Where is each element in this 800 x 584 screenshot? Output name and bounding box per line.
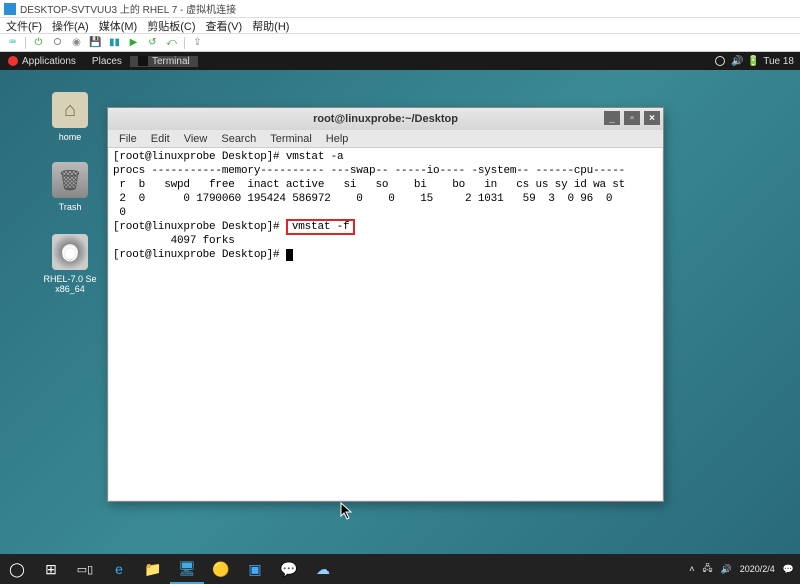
desktop-icon-home[interactable]: ⌂ home xyxy=(40,92,100,142)
host-title: DESKTOP-SVTVUU3 上的 RHEL 7 - 虚拟机连接 xyxy=(20,1,236,16)
close-button[interactable]: × xyxy=(644,111,660,125)
applications-menu[interactable]: Applications xyxy=(0,56,84,67)
host-menu-file[interactable]: 文件(F) xyxy=(6,18,42,34)
host-menu-clipboard[interactable]: 剪贴板(C) xyxy=(147,18,195,34)
clock[interactable]: Tue 18 xyxy=(763,56,794,67)
term-menu-terminal[interactable]: Terminal xyxy=(263,133,319,145)
minimize-button[interactable]: _ xyxy=(604,111,620,125)
term-menu-file[interactable]: File xyxy=(112,133,144,145)
volume-icon[interactable]: 🔊 xyxy=(731,56,741,66)
ctrl-alt-del-icon[interactable]: ⌨ xyxy=(6,36,19,49)
terminal-icon xyxy=(138,56,148,66)
dvd-label: RHEL-7.0 Se x86_64 xyxy=(40,274,100,294)
a11y-icon[interactable] xyxy=(715,56,725,66)
terminal-task-label: Terminal xyxy=(152,56,190,67)
mouse-cursor-icon xyxy=(340,502,354,520)
trash-label: Trash xyxy=(40,202,100,212)
host-menu-view[interactable]: 查看(V) xyxy=(206,18,243,34)
host-menubar: 文件(F) 操作(A) 媒体(M) 剪贴板(C) 查看(V) 帮助(H) xyxy=(0,18,800,34)
host-menu-action[interactable]: 操作(A) xyxy=(52,18,89,34)
terminal-menubar: File Edit View Search Terminal Help xyxy=(108,130,663,148)
desktop-icon-trash[interactable]: 🗑 Trash xyxy=(40,162,100,212)
terminal-window: root@linuxprobe:~/Desktop _ ▫ × File Edi… xyxy=(107,107,664,502)
redhat-icon xyxy=(8,56,18,66)
host-titlebar: DESKTOP-SVTVUU3 上的 RHEL 7 - 虚拟机连接 xyxy=(0,0,800,18)
hyperv-icon xyxy=(4,3,16,15)
taskview-icon[interactable]: ▭▯ xyxy=(68,554,102,584)
tray-network-icon[interactable]: 🖧 xyxy=(702,561,712,577)
windows-taskbar: ◯ ⊞ ▭▯ e 📁 🖥 🟡 ▣ 💬 ☁ ˄ 🖧 🔊 2020/2/4 💬 xyxy=(0,554,800,584)
guest-desktop: Applications Places Terminal 🔊 🔋 Tue 18 … xyxy=(0,52,800,554)
revert-icon[interactable]: ⤺ xyxy=(165,36,178,49)
app-icon-2[interactable]: ☁ xyxy=(306,554,340,584)
start-button[interactable]: ◯ xyxy=(0,554,34,584)
edge-icon[interactable]: e xyxy=(102,554,136,584)
app-icon-1[interactable]: ▣ xyxy=(238,554,272,584)
notifications-icon[interactable]: 💬 xyxy=(783,564,794,575)
turnoff-icon[interactable]: ⭘ xyxy=(51,36,64,49)
host-toolbar: ⌨ ⏻ ⭘ ◉ 💾 ▮▮ ▶ ↺ ⤺ ⇪ xyxy=(0,34,800,52)
pause-icon[interactable]: ▮▮ xyxy=(108,36,121,49)
terminal-body[interactable]: [root@linuxprobe Desktop]# vmstat -a pro… xyxy=(109,148,662,500)
dvd-icon: ◉ xyxy=(52,234,88,270)
wechat-icon[interactable]: 💬 xyxy=(272,554,306,584)
term-menu-edit[interactable]: Edit xyxy=(144,133,177,145)
term-menu-search[interactable]: Search xyxy=(214,133,263,145)
terminal-task[interactable]: Terminal xyxy=(130,56,198,67)
terminal-title: root@linuxprobe:~/Desktop xyxy=(313,113,458,125)
term-menu-help[interactable]: Help xyxy=(319,133,356,145)
home-folder-icon: ⌂ xyxy=(52,92,88,128)
home-label: home xyxy=(40,132,100,142)
reset-icon[interactable]: ▶ xyxy=(127,36,140,49)
terminal-titlebar[interactable]: root@linuxprobe:~/Desktop _ ▫ × xyxy=(108,108,663,130)
tray-volume-icon[interactable]: 🔊 xyxy=(721,564,732,575)
shutdown-icon[interactable]: ◉ xyxy=(70,36,83,49)
desktop-icon-dvd[interactable]: ◉ RHEL-7.0 Se x86_64 xyxy=(40,234,100,294)
system-tray: ˄ 🖧 🔊 2020/2/4 💬 xyxy=(689,561,800,577)
cortana-icon[interactable]: ⊞ xyxy=(34,554,68,584)
places-menu[interactable]: Places xyxy=(84,56,130,67)
maximize-button[interactable]: ▫ xyxy=(624,111,640,125)
battery-icon[interactable]: 🔋 xyxy=(747,56,757,66)
share-icon[interactable]: ⇪ xyxy=(191,36,204,49)
chrome-icon[interactable]: 🟡 xyxy=(204,554,238,584)
terminal-cursor xyxy=(286,249,293,261)
host-menu-media[interactable]: 媒体(M) xyxy=(99,18,138,34)
gnome-top-bar: Applications Places Terminal 🔊 🔋 Tue 18 xyxy=(0,52,800,70)
checkpoint-icon[interactable]: ↺ xyxy=(146,36,159,49)
tray-chevron-up-icon[interactable]: ˄ xyxy=(689,564,694,574)
save-icon[interactable]: 💾 xyxy=(89,36,102,49)
tray-date[interactable]: 2020/2/4 xyxy=(740,564,775,574)
term-menu-view[interactable]: View xyxy=(177,133,215,145)
hyperv-task-icon[interactable]: 🖥 xyxy=(170,554,204,584)
highlighted-command: vmstat -f xyxy=(286,219,356,235)
explorer-icon[interactable]: 📁 xyxy=(136,554,170,584)
trash-icon: 🗑 xyxy=(52,162,88,198)
start-icon[interactable]: ⏻ xyxy=(32,36,45,49)
applications-label: Applications xyxy=(22,56,76,67)
host-menu-help[interactable]: 帮助(H) xyxy=(252,18,289,34)
